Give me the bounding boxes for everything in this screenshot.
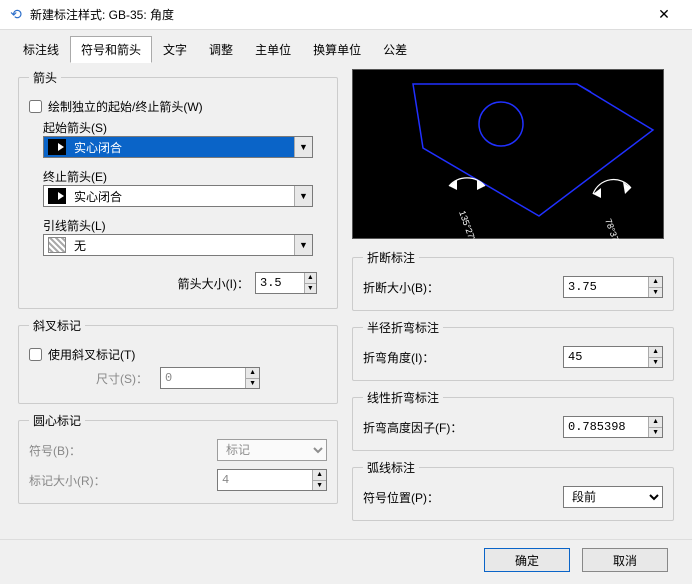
input-arrow-size[interactable]: [256, 273, 304, 293]
app-icon: ⟲: [8, 7, 24, 23]
combo-end-arrow[interactable]: 实心闭合 ▼: [43, 185, 313, 207]
group-center-mark: 圆心标记 符号(B)： 标记 标记大小(R)： ▲▼: [18, 412, 338, 504]
combo-end-arrow-value: 实心闭合: [70, 188, 294, 205]
tab-fit[interactable]: 调整: [198, 36, 244, 63]
preview-angle2-text: 78°37': [603, 217, 621, 240]
label-oblique-size: 尺寸(S)：: [96, 370, 148, 387]
checkbox-use-oblique-label: 使用斜叉标记(T): [48, 346, 135, 363]
cancel-button[interactable]: 取消: [582, 548, 668, 572]
spinner-jog-angle[interactable]: ▲▼: [563, 346, 663, 368]
chevron-down-icon[interactable]: ▼: [294, 137, 312, 157]
ok-button[interactable]: 确定: [484, 548, 570, 572]
label-leader-arrow: 引线箭头(L): [43, 217, 327, 234]
label-center-size: 标记大小(R)：: [29, 472, 217, 489]
legend-center-mark: 圆心标记: [29, 412, 85, 429]
label-start-arrow: 起始箭头(S): [43, 119, 327, 136]
group-arc: 弧线标注 符号位置(P)： 段前: [352, 459, 674, 521]
group-radius-jog: 半径折弯标注 折弯角度(I)： ▲▼: [352, 319, 674, 381]
tab-text[interactable]: 文字: [152, 36, 198, 63]
spin-up-icon[interactable]: ▲: [305, 273, 316, 284]
checkbox-use-oblique-input[interactable]: [29, 348, 42, 361]
spinner-arrow-size[interactable]: ▲▼: [255, 272, 317, 294]
spinner-center-size[interactable]: ▲▼: [217, 469, 327, 491]
spinner-break-size[interactable]: ▲▼: [563, 276, 663, 298]
group-linear-jog: 线性折弯标注 折弯高度因子(F)： ▲▼: [352, 389, 674, 451]
label-jog-factor: 折弯高度因子(F)：: [363, 419, 563, 436]
tab-primary-units[interactable]: 主单位: [244, 36, 302, 63]
tab-alt-units[interactable]: 换算单位: [302, 36, 372, 63]
input-jog-angle[interactable]: [564, 347, 648, 367]
combo-start-arrow-value: 实心闭合: [70, 139, 294, 156]
legend-linear-jog: 线性折弯标注: [363, 389, 443, 406]
legend-arrowheads: 箭头: [29, 69, 61, 86]
spin-up-icon[interactable]: ▲: [649, 347, 662, 358]
preview-angle1-text: 135°27': [457, 209, 477, 240]
select-arc-position[interactable]: 段前: [563, 486, 663, 508]
spin-up-icon[interactable]: ▲: [649, 417, 662, 428]
input-break-size[interactable]: [564, 277, 648, 297]
input-center-size: [218, 470, 312, 490]
tab-dimlines[interactable]: 标注线: [12, 36, 70, 63]
legend-radius-jog: 半径折弯标注: [363, 319, 443, 336]
label-center-symbol: 符号(B)：: [29, 442, 217, 459]
tab-tolerance[interactable]: 公差: [372, 36, 418, 63]
group-break: 折断标注 折断大小(B)： ▲▼: [352, 249, 674, 311]
spin-up-icon[interactable]: ▲: [313, 470, 326, 481]
window-title: 新建标注样式: GB-35: 角度: [30, 6, 644, 23]
spinner-jog-factor[interactable]: ▲▼: [563, 416, 663, 438]
group-oblique: 斜叉标记 使用斜叉标记(T) 尺寸(S)： ▲▼: [18, 317, 338, 404]
input-jog-factor[interactable]: [564, 417, 648, 437]
label-break-size: 折断大小(B)：: [363, 279, 563, 296]
combo-leader-arrow-value: 无: [70, 237, 294, 254]
checkbox-use-oblique[interactable]: 使用斜叉标记(T): [29, 346, 327, 363]
spin-down-icon[interactable]: ▼: [313, 481, 326, 491]
spin-down-icon[interactable]: ▼: [649, 428, 662, 438]
close-button[interactable]: ✕: [644, 0, 684, 30]
tab-bar: 标注线 符号和箭头 文字 调整 主单位 换算单位 公差: [0, 30, 692, 63]
spin-up-icon[interactable]: ▲: [246, 368, 259, 379]
spin-up-icon[interactable]: ▲: [649, 277, 662, 288]
legend-oblique: 斜叉标记: [29, 317, 85, 334]
label-arrow-size: 箭头大小(I)：: [178, 275, 249, 292]
select-center-symbol: 标记: [217, 439, 327, 461]
label-arc-position: 符号位置(P)：: [363, 489, 563, 506]
arrow-closed-filled-icon: [48, 188, 66, 204]
spinner-oblique-size[interactable]: ▲▼: [160, 367, 260, 389]
checkbox-separate-arrows-input[interactable]: [29, 100, 42, 113]
chevron-down-icon[interactable]: ▼: [294, 235, 312, 255]
spin-down-icon[interactable]: ▼: [649, 358, 662, 368]
arrow-closed-filled-icon: [48, 139, 66, 155]
spin-down-icon[interactable]: ▼: [305, 284, 316, 294]
input-oblique-size: [161, 368, 245, 388]
label-end-arrow: 终止箭头(E): [43, 168, 327, 185]
arrow-none-icon: [48, 237, 66, 253]
spin-down-icon[interactable]: ▼: [246, 379, 259, 389]
group-arrowheads: 箭头 绘制独立的起始/终止箭头(W) 起始箭头(S) 实心闭合 ▼ 终止箭头(E…: [18, 69, 338, 309]
tab-symbols-arrows[interactable]: 符号和箭头: [70, 36, 152, 63]
checkbox-separate-arrows-label: 绘制独立的起始/终止箭头(W): [48, 98, 203, 115]
legend-arc: 弧线标注: [363, 459, 419, 476]
legend-break: 折断标注: [363, 249, 419, 266]
combo-leader-arrow[interactable]: 无 ▼: [43, 234, 313, 256]
spin-down-icon[interactable]: ▼: [649, 288, 662, 298]
label-jog-angle: 折弯角度(I)：: [363, 349, 563, 366]
chevron-down-icon[interactable]: ▼: [294, 186, 312, 206]
checkbox-separate-arrows[interactable]: 绘制独立的起始/终止箭头(W): [29, 98, 327, 115]
preview-pane: 135°27' 78°37': [352, 69, 664, 239]
combo-start-arrow[interactable]: 实心闭合 ▼: [43, 136, 313, 158]
